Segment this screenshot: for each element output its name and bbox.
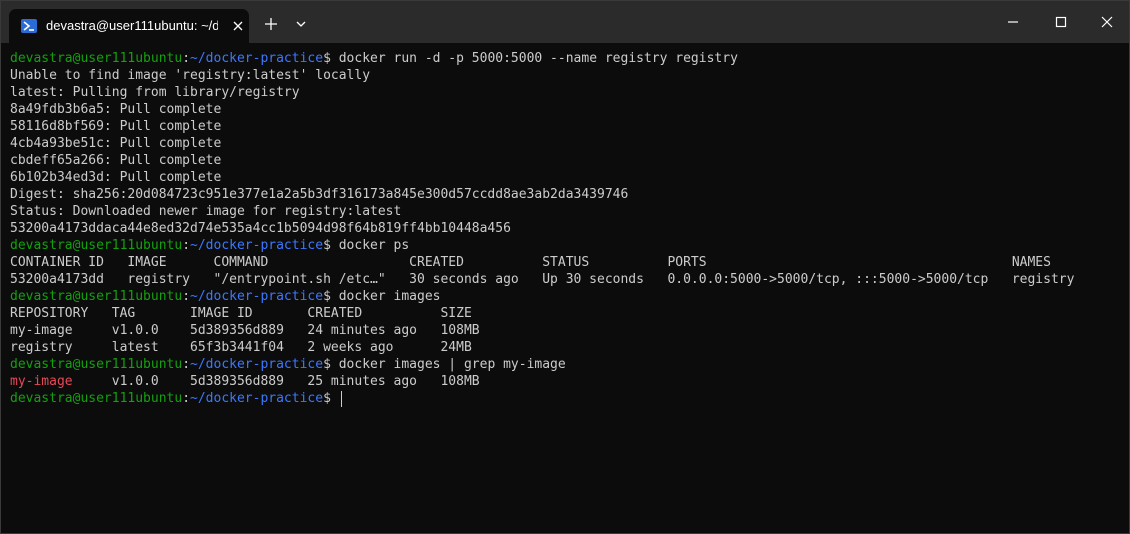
output-line: Status: Downloaded newer image for regis… <box>10 204 402 219</box>
prompt-dollar: $ <box>323 51 331 66</box>
output-line: Unable to find image 'registry:latest' l… <box>10 68 371 83</box>
prompt-separator: : <box>182 238 191 253</box>
output-line: 53200a4173ddaca44e8ed32d74e535a4cc1b5094… <box>10 221 511 236</box>
close-window-icon[interactable] <box>1095 13 1119 31</box>
terminal-window: devastra@user111ubuntu: ~/docker-practic… <box>0 0 1130 534</box>
text-cursor <box>340 391 342 407</box>
prompt-path: ~/docker-practice <box>190 238 324 253</box>
images-row: my-image v1.0.0 5d389356d889 24 minutes … <box>10 323 480 338</box>
prompt-separator: : <box>182 51 191 66</box>
command-text: docker images <box>338 289 441 304</box>
prompt-dollar: $ <box>323 357 331 372</box>
prompt-dollar: $ <box>323 238 331 253</box>
images-header: REPOSITORY TAG IMAGE ID CREATED SIZE <box>10 306 472 321</box>
minimize-icon[interactable] <box>1001 13 1025 31</box>
prompt-user: devastra@user111ubuntu <box>10 238 183 253</box>
title-bar: devastra@user111ubuntu: ~/docker-practic… <box>1 1 1129 43</box>
maximize-icon[interactable] <box>1049 13 1073 31</box>
command-text: docker images | grep my-image <box>338 357 566 372</box>
output-line: 4cb4a93be51c: Pull complete <box>10 136 222 151</box>
prompt-path: ~/docker-practice <box>190 289 324 304</box>
tab-terminal[interactable]: devastra@user111ubuntu: ~/docker-practic… <box>9 9 249 43</box>
ps-header: CONTAINER ID IMAGE COMMAND CREATED STATU… <box>10 255 1051 270</box>
prompt-separator: : <box>182 357 191 372</box>
prompt-path: ~/docker-practice <box>190 357 324 372</box>
output-line: latest: Pulling from library/registry <box>10 85 300 100</box>
chevron-down-icon[interactable] <box>293 16 309 32</box>
command-line: devastra@user111ubuntu:~/docker-practice… <box>10 237 409 254</box>
current-prompt: devastra@user111ubuntu:~/docker-practice… <box>10 390 342 407</box>
prompt-user: devastra@user111ubuntu <box>10 51 183 66</box>
command-line: devastra@user111ubuntu:~/docker-practice… <box>10 50 738 67</box>
new-tab-icon[interactable] <box>261 14 281 34</box>
ps-row: 53200a4173dd registry "/entrypoint.sh /e… <box>10 272 1075 287</box>
command-line: devastra@user111ubuntu:~/docker-practice… <box>10 288 440 305</box>
command-text: docker ps <box>338 238 410 253</box>
prompt-user: devastra@user111ubuntu <box>10 391 183 406</box>
prompt-separator: : <box>182 391 191 406</box>
command-line: devastra@user111ubuntu:~/docker-practice… <box>10 356 566 373</box>
prompt-separator: : <box>182 289 191 304</box>
output-line: 8a49fdb3b6a5: Pull complete <box>10 102 222 117</box>
powershell-icon <box>21 19 37 33</box>
output-line: cbdeff65a266: Pull complete <box>10 153 222 168</box>
prompt-path: ~/docker-practice <box>190 51 324 66</box>
grep-result-row: my-image v1.0.0 5d389356d889 25 minutes … <box>10 373 480 390</box>
grep-match: my-image <box>10 374 73 389</box>
images-row: registry latest 65f3b3441f04 2 weeks ago… <box>10 340 472 355</box>
close-tab-icon[interactable] <box>231 19 245 33</box>
grep-rest: v1.0.0 5d389356d889 25 minutes ago 108MB <box>72 374 480 389</box>
prompt-user: devastra@user111ubuntu <box>10 357 183 372</box>
command-text: docker run -d -p 5000:5000 --name regist… <box>338 51 738 66</box>
output-line: Digest: sha256:20d084723c951e377e1a2a5b3… <box>10 187 629 202</box>
prompt-dollar: $ <box>323 391 331 406</box>
output-line: 6b102b34ed3d: Pull complete <box>10 170 222 185</box>
prompt-user: devastra@user111ubuntu <box>10 289 183 304</box>
terminal-output[interactable]: devastra@user111ubuntu:~/docker-practice… <box>10 50 1129 533</box>
tab-title: devastra@user111ubuntu: ~/docker-practic… <box>46 18 218 33</box>
prompt-path: ~/docker-practice <box>190 391 324 406</box>
output-line: 58116d8bf569: Pull complete <box>10 119 222 134</box>
prompt-dollar: $ <box>323 289 331 304</box>
